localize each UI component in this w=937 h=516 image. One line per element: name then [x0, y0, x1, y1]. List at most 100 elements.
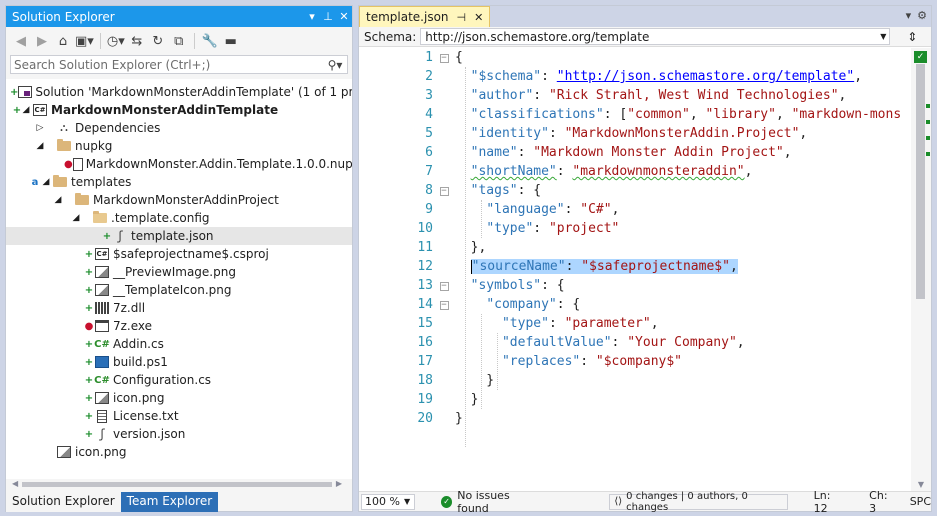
- tree-item-label: 7z.exe: [113, 319, 153, 333]
- added-status-icon: +: [84, 356, 94, 368]
- tree-row-root-icon-png[interactable]: icon.png: [6, 443, 352, 461]
- line-number: 17: [417, 354, 433, 369]
- pending-changes-filter-icon[interactable]: ◷▾: [107, 31, 125, 51]
- tree-row-icon-png[interactable]: + icon.png: [6, 389, 352, 407]
- json-key: "tags": [470, 183, 518, 198]
- back-icon[interactable]: ◀: [12, 31, 30, 51]
- fold-toggle-icon[interactable]: −: [433, 299, 455, 310]
- code-line: 7 "shortName": "markdownmonsteraddin",: [359, 162, 911, 181]
- fold-toggle-icon[interactable]: −: [433, 52, 455, 63]
- tree-row-addin-project[interactable]: ◢ MarkdownMonsterAddinProject: [6, 191, 352, 209]
- tab-template-json[interactable]: template.json ⊣ ✕: [359, 6, 491, 27]
- collapse-all-icon[interactable]: ⧉: [170, 31, 188, 51]
- tree-row-solution[interactable]: + Solution 'MarkdownMonsterAddinTemplate…: [6, 83, 352, 101]
- forward-icon[interactable]: ▶: [33, 31, 51, 51]
- tree-row-nupkg-file[interactable]: ● MarkdownMonster.Addin.Template.1.0.0.n…: [6, 155, 352, 173]
- properties-wrench-icon[interactable]: 🔧: [201, 31, 219, 51]
- added-status-icon: +: [84, 374, 94, 386]
- tab-solution-explorer[interactable]: Solution Explorer: [6, 492, 121, 512]
- search-icon[interactable]: ⚲▾: [323, 58, 347, 72]
- tree-row-configuration-cs[interactable]: + C# Configuration.cs: [6, 371, 352, 389]
- tree-row-nupkg[interactable]: ◢ nupkg: [6, 137, 352, 155]
- tree-row-preview-image[interactable]: + __PreviewImage.png: [6, 263, 352, 281]
- preview-selected-icon[interactable]: ▬: [222, 31, 240, 51]
- line-number: 11: [417, 240, 433, 255]
- json-link[interactable]: "http://json.schemastore.org/template": [557, 69, 854, 84]
- tree-row-template-json[interactable]: + ʃ template.json: [6, 227, 352, 245]
- tab-team-explorer[interactable]: Team Explorer: [120, 492, 219, 512]
- expand-arrow-icon[interactable]: ◢: [34, 141, 46, 151]
- sync-icon[interactable]: ⇆: [128, 31, 146, 51]
- fold-toggle-icon[interactable]: −: [433, 280, 455, 291]
- tree-row-project[interactable]: + ◢ C# MarkdownMonsterAddinTemplate: [6, 101, 352, 119]
- zoom-dropdown[interactable]: 100 % ▼: [361, 493, 415, 510]
- fold-toggle-icon[interactable]: −: [433, 185, 455, 196]
- json-key: "replaces": [501, 354, 581, 369]
- expand-arrow-icon[interactable]: ◢: [70, 213, 82, 223]
- expand-arrow-icon[interactable]: ◢: [40, 177, 52, 187]
- schema-dropdown[interactable]: http://json.schemastore.org/template ▼: [420, 28, 891, 45]
- tool-window-tabs: Solution Explorer Team Explorer: [6, 492, 219, 512]
- json-icon: ʃ: [98, 427, 106, 441]
- scrollbar-thumb[interactable]: [22, 482, 332, 487]
- editor-vertical-scrollbar[interactable]: ✓ ▼: [911, 48, 931, 491]
- chevron-down-icon[interactable]: ▼: [404, 497, 414, 506]
- schema-value: http://json.schemastore.org/template: [425, 29, 650, 44]
- codelens-changes[interactable]: ⟨⟩ 0 changes | 0 authors, 0 changes: [609, 491, 788, 513]
- json-string: "Your Company": [627, 335, 737, 350]
- text-file-icon: [94, 409, 110, 423]
- solution-explorer-search-input[interactable]: Search Solution Explorer (Ctrl+;) ⚲▾: [10, 55, 348, 74]
- gear-icon[interactable]: ⚙: [917, 9, 927, 22]
- toolbar-divider: [99, 33, 101, 49]
- solution-explorer-toolbar: ◀ ▶ ⌂ ▣▾ ◷▾ ⇆ ↻ ⧉ 🔧 ▬: [6, 27, 352, 55]
- scroll-right-icon[interactable]: ▶: [336, 479, 342, 488]
- tree-row-csproj[interactable]: + C# $safeprojectname$.csproj: [6, 245, 352, 263]
- tree-row-build-ps1[interactable]: + build.ps1: [6, 353, 352, 371]
- scroll-left-icon[interactable]: ◀: [12, 479, 18, 488]
- code-editor[interactable]: 1 − { 2 "$schema": "http://json.schemast…: [359, 48, 911, 491]
- switch-views-icon[interactable]: ▣▾: [75, 31, 94, 51]
- line-number: 1: [425, 50, 433, 65]
- tree-row-version-json[interactable]: + ʃ version.json: [6, 425, 352, 443]
- tree-row-template-config[interactable]: ◢ .template.config: [6, 209, 352, 227]
- pin-icon[interactable]: ⊣: [457, 11, 467, 24]
- expand-arrow-icon[interactable]: ▷: [34, 123, 46, 133]
- expand-arrow-icon[interactable]: ◢: [20, 105, 32, 115]
- home-icon[interactable]: ⌂: [54, 31, 72, 51]
- issues-indicator[interactable]: ✓ No issues found: [440, 489, 539, 515]
- no-issues-check-icon: ✓: [914, 51, 927, 63]
- expand-arrow-icon[interactable]: ◢: [52, 195, 64, 205]
- refresh-icon[interactable]: ↻: [149, 31, 167, 51]
- line-number: 5: [425, 126, 433, 141]
- scroll-down-icon[interactable]: ▼: [911, 480, 931, 489]
- tree-row-template-icon[interactable]: + __TemplateIcon.png: [6, 281, 352, 299]
- window-position-dropdown-icon[interactable]: ▾: [304, 10, 320, 23]
- tree-row-license[interactable]: + License.txt: [6, 407, 352, 425]
- tab-overflow-dropdown-icon[interactable]: ▾: [906, 9, 912, 22]
- tree-row-templates[interactable]: a ◢ templates: [6, 173, 352, 191]
- tree-row-addin-cs[interactable]: + C# Addin.cs: [6, 335, 352, 353]
- close-icon[interactable]: ✕: [336, 10, 352, 23]
- tree-row-7z-dll[interactable]: + 7z.dll: [6, 299, 352, 317]
- line-number: 10: [417, 221, 433, 236]
- tree-item-label: Solution 'MarkdownMonsterAddinTemplate' …: [35, 85, 352, 99]
- code-line: 14 − "company": {: [359, 295, 911, 314]
- code-line: 1 − {: [359, 48, 911, 67]
- folder-icon: [92, 211, 108, 225]
- close-icon[interactable]: ✕: [474, 11, 483, 24]
- tree-row-dependencies[interactable]: ▷ ⛬ Dependencies: [6, 119, 352, 137]
- pin-icon[interactable]: ⊥: [320, 10, 336, 23]
- json-string: "parameter": [564, 316, 651, 331]
- whitespace-mode[interactable]: SPC: [910, 495, 931, 508]
- scrollbar-thumb[interactable]: [916, 64, 925, 299]
- code-line: 13 − "symbols": {: [359, 276, 911, 295]
- added-status-icon: +: [102, 230, 112, 242]
- json-key: "defaultValue": [501, 335, 612, 350]
- tree-item-label: __PreviewImage.png: [113, 265, 236, 279]
- tree-item-label: .template.config: [111, 211, 210, 225]
- tree-row-7z-exe[interactable]: ● 7z.exe: [6, 317, 352, 335]
- split-window-icon[interactable]: ⇕: [902, 30, 922, 44]
- chevron-down-icon[interactable]: ▼: [877, 32, 889, 41]
- solution-explorer-horizontal-scrollbar[interactable]: ◀ ▶: [12, 479, 342, 489]
- code-line: 18 }: [359, 371, 911, 390]
